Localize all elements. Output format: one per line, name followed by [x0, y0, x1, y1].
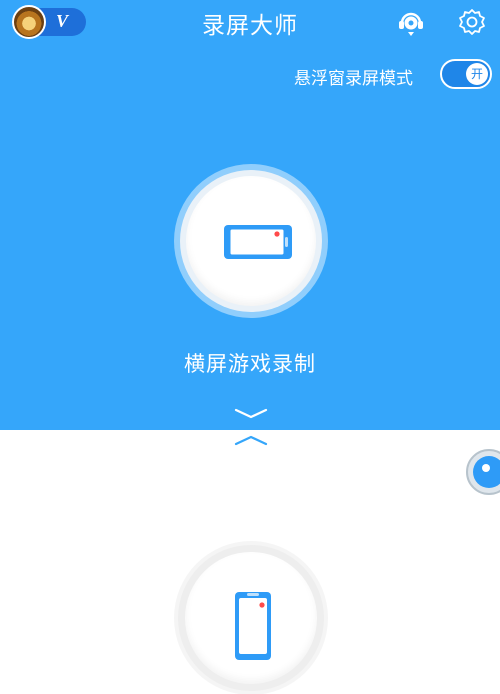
portrait-phone-icon	[235, 592, 271, 660]
landscape-phone-icon	[224, 225, 292, 259]
top-panel: V 录屏大师 悬浮窗录屏模式 开 横屏游戏录制	[0, 0, 500, 430]
header: V 录屏大师	[0, 0, 500, 46]
toggle-knob: 开	[466, 63, 488, 85]
floating-mode-toggle[interactable]: 开	[440, 59, 492, 89]
chevron-up-icon[interactable]	[234, 433, 268, 447]
portrait-record-button[interactable]	[178, 545, 324, 691]
portrait-record-button-face[interactable]	[185, 552, 317, 684]
chevron-down-icon[interactable]	[234, 407, 268, 421]
floating-window-mode-label: 悬浮窗录屏模式	[294, 69, 413, 89]
customer-service-icon[interactable]	[396, 8, 426, 38]
floating-ball-core	[473, 456, 500, 488]
floating-ball[interactable]	[466, 449, 500, 495]
landscape-record-label[interactable]: 横屏游戏录制	[0, 348, 500, 378]
landscape-record-button[interactable]	[180, 170, 322, 312]
floating-ball-highlight	[482, 464, 490, 472]
landscape-record-button-face[interactable]	[186, 176, 316, 306]
gear-icon[interactable]	[457, 7, 487, 37]
